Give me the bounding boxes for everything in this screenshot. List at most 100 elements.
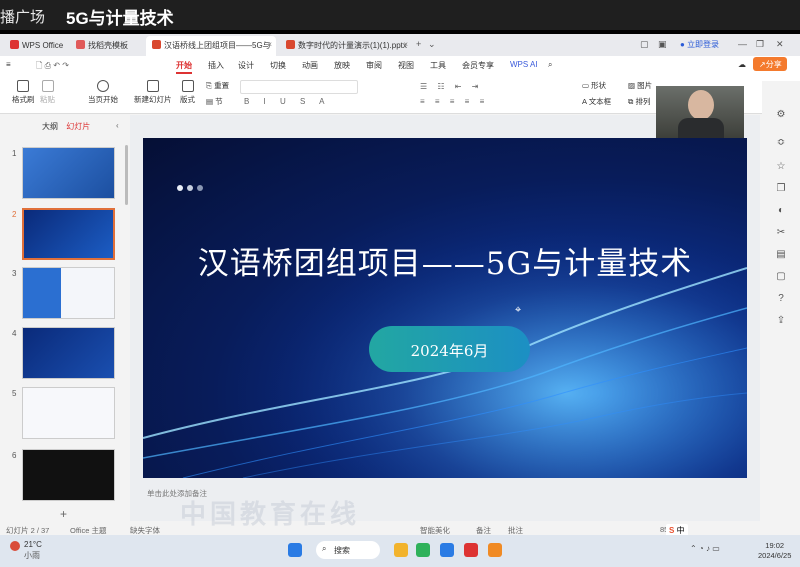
label: 粘贴 [40, 95, 55, 104]
taskbar-search[interactable]: ⌕ 搜索 [316, 541, 380, 559]
overlay-title: 5G与计量技术 [66, 9, 174, 28]
tab-outline[interactable]: 大纲 [42, 122, 58, 131]
clipboard-icon[interactable]: ▤ [774, 249, 788, 263]
menu-design[interactable]: 设计 [238, 60, 254, 71]
login-label: 立即登录 [687, 40, 720, 49]
new-tab-icon[interactable]: + [416, 39, 421, 49]
cube-icon[interactable]: ▢ [640, 39, 649, 50]
slide-thumb-2[interactable] [22, 208, 115, 260]
share-icon[interactable]: ⇪ [774, 315, 788, 329]
weather-icon[interactable] [10, 541, 20, 551]
ppt-icon [286, 40, 295, 49]
play-icon [97, 80, 109, 92]
app2-icon[interactable] [488, 543, 502, 557]
quick-access-icons[interactable]: 🗋 ⎙ ↶ ↷ [36, 60, 69, 74]
menu-animation[interactable]: 动画 [302, 60, 318, 71]
menu-view[interactable]: 视图 [398, 60, 414, 71]
share-button[interactable]: ↗分享 [753, 57, 787, 71]
thumb-number: 3 [12, 269, 17, 278]
menu-insert[interactable]: 插入 [208, 60, 224, 71]
play-button[interactable]: 当页开始 [88, 80, 118, 105]
thumb-number: 4 [12, 329, 17, 338]
new-slide-button[interactable]: 新建幻灯片 [134, 80, 172, 105]
star-icon[interactable]: ☆ [774, 161, 788, 175]
slide-thumb-3[interactable] [22, 267, 115, 319]
settings-icon[interactable]: ≎ [774, 137, 788, 151]
slide-thumb-5[interactable] [22, 387, 115, 439]
slide-thumb-4[interactable] [22, 327, 115, 379]
magic-icon[interactable]: ⚙ [774, 109, 788, 123]
tab-templates[interactable]: 找稻壳模板 [70, 36, 142, 56]
chevron-down-icon[interactable]: ⌄ [428, 39, 436, 50]
palette-icon[interactable]: ◐ [774, 205, 788, 219]
thumbnail-scrollbar[interactable] [125, 145, 128, 205]
copy-icon[interactable]: ❐ [774, 183, 788, 197]
thumb-number: 6 [12, 451, 17, 460]
taskbar-clock[interactable]: 19:02 2024/6/25 [758, 541, 791, 561]
cloud-icon[interactable]: ☁ [738, 60, 746, 69]
tray-icons[interactable]: ⌃ ◔ ♪ ▭ [690, 544, 720, 553]
current-slide[interactable]: 汉语桥团组项目——5G与计量技术 2024年6月 ⌖ [143, 138, 747, 478]
right-sidebar: ⚙ ≎ ☆ ❐ ◐ ✂ ▤ ▢ ? ⇪ [762, 81, 800, 501]
label: 排列 [635, 97, 651, 106]
wechat-icon[interactable] [416, 543, 430, 557]
shape-button[interactable]: ▭ 形状 [582, 80, 606, 91]
menu-review[interactable]: 审阅 [366, 60, 382, 71]
login-link[interactable]: ● 立即登录 [680, 39, 719, 50]
reset-icon: ⎘ [206, 81, 215, 90]
label: 新建幻灯片 [134, 95, 172, 104]
layout-button[interactable]: 版式 [180, 80, 195, 105]
reset-button[interactable]: ⎘ 重置 [206, 80, 229, 91]
section-button[interactable]: ▤ 节 [206, 96, 223, 107]
tab-slides[interactable]: 幻灯片 [66, 122, 90, 131]
tab-other-doc[interactable]: 数字时代的计量演示(1)(1).pptx × [280, 36, 412, 56]
arrange-button[interactable]: ⧉ 排列 [628, 96, 650, 107]
close-icon[interactable]: × [403, 40, 408, 49]
collapse-icon[interactable]: ‹ [116, 121, 119, 130]
font-style-buttons[interactable]: B I U S A [244, 97, 330, 106]
slide-thumb-6[interactable] [22, 449, 115, 501]
paste-button[interactable]: 粘贴 [40, 80, 55, 105]
add-slide-icon[interactable]: + [60, 507, 67, 521]
file-explorer-icon[interactable] [394, 543, 408, 557]
close-icon[interactable]: × [267, 40, 272, 49]
menu-wps-ai[interactable]: WPS AI [510, 60, 538, 69]
new-slide-icon [146, 80, 159, 92]
help-icon[interactable]: ? [774, 293, 788, 307]
shoulders-shape [678, 118, 724, 138]
font-name-select[interactable] [240, 80, 358, 94]
align-buttons[interactable]: ≡ ≡ ≡ ≡ ≡ [420, 97, 488, 106]
box-icon[interactable]: ▢ [774, 271, 788, 285]
tab-current-doc[interactable]: 汉语桥线上团组项目——5G与 × [146, 36, 276, 56]
wps-taskbar-icon[interactable] [464, 543, 478, 557]
label: 重置 [214, 81, 230, 90]
search-icon[interactable]: ⌕ [548, 60, 552, 70]
menu-slideshow[interactable]: 放映 [334, 60, 350, 71]
presenter-webcam [656, 86, 744, 138]
hamburger-icon[interactable]: ≡ [6, 60, 11, 69]
tab-wps-office[interactable]: WPS Office [4, 36, 66, 56]
layout-icon[interactable]: ▣ [658, 39, 667, 50]
tools-icon[interactable]: ✂ [774, 227, 788, 241]
minimize-icon[interactable]: — [738, 39, 747, 49]
menu-member[interactable]: 会员专享 [462, 60, 494, 71]
label: 版式 [180, 95, 195, 104]
menu-home[interactable]: 开始 [176, 60, 192, 74]
section-icon: ▤ [206, 97, 216, 106]
windows-start-icon[interactable] [288, 543, 302, 557]
thumb-number: 1 [12, 149, 17, 158]
window-close-icon[interactable]: ✕ [776, 39, 784, 50]
menu-tools[interactable]: 工具 [430, 60, 446, 71]
slide-dots-decoration [177, 178, 207, 196]
maximize-icon[interactable]: ❐ [756, 39, 764, 50]
app-icon[interactable] [440, 543, 454, 557]
textbox-button[interactable]: A 文本框 [582, 96, 611, 107]
label: 图片 [637, 81, 653, 90]
slide-thumb-1[interactable] [22, 147, 115, 199]
list-buttons[interactable]: ☰ ☷ ⇤ ⇥ [420, 82, 482, 91]
menu-transition[interactable]: 切换 [270, 60, 286, 71]
layout-icon [181, 80, 194, 92]
search-label: 搜索 [334, 546, 350, 555]
picture-button[interactable]: ▨ 图片 [628, 80, 652, 91]
format-painter-button[interactable]: 格式刷 [12, 80, 35, 105]
